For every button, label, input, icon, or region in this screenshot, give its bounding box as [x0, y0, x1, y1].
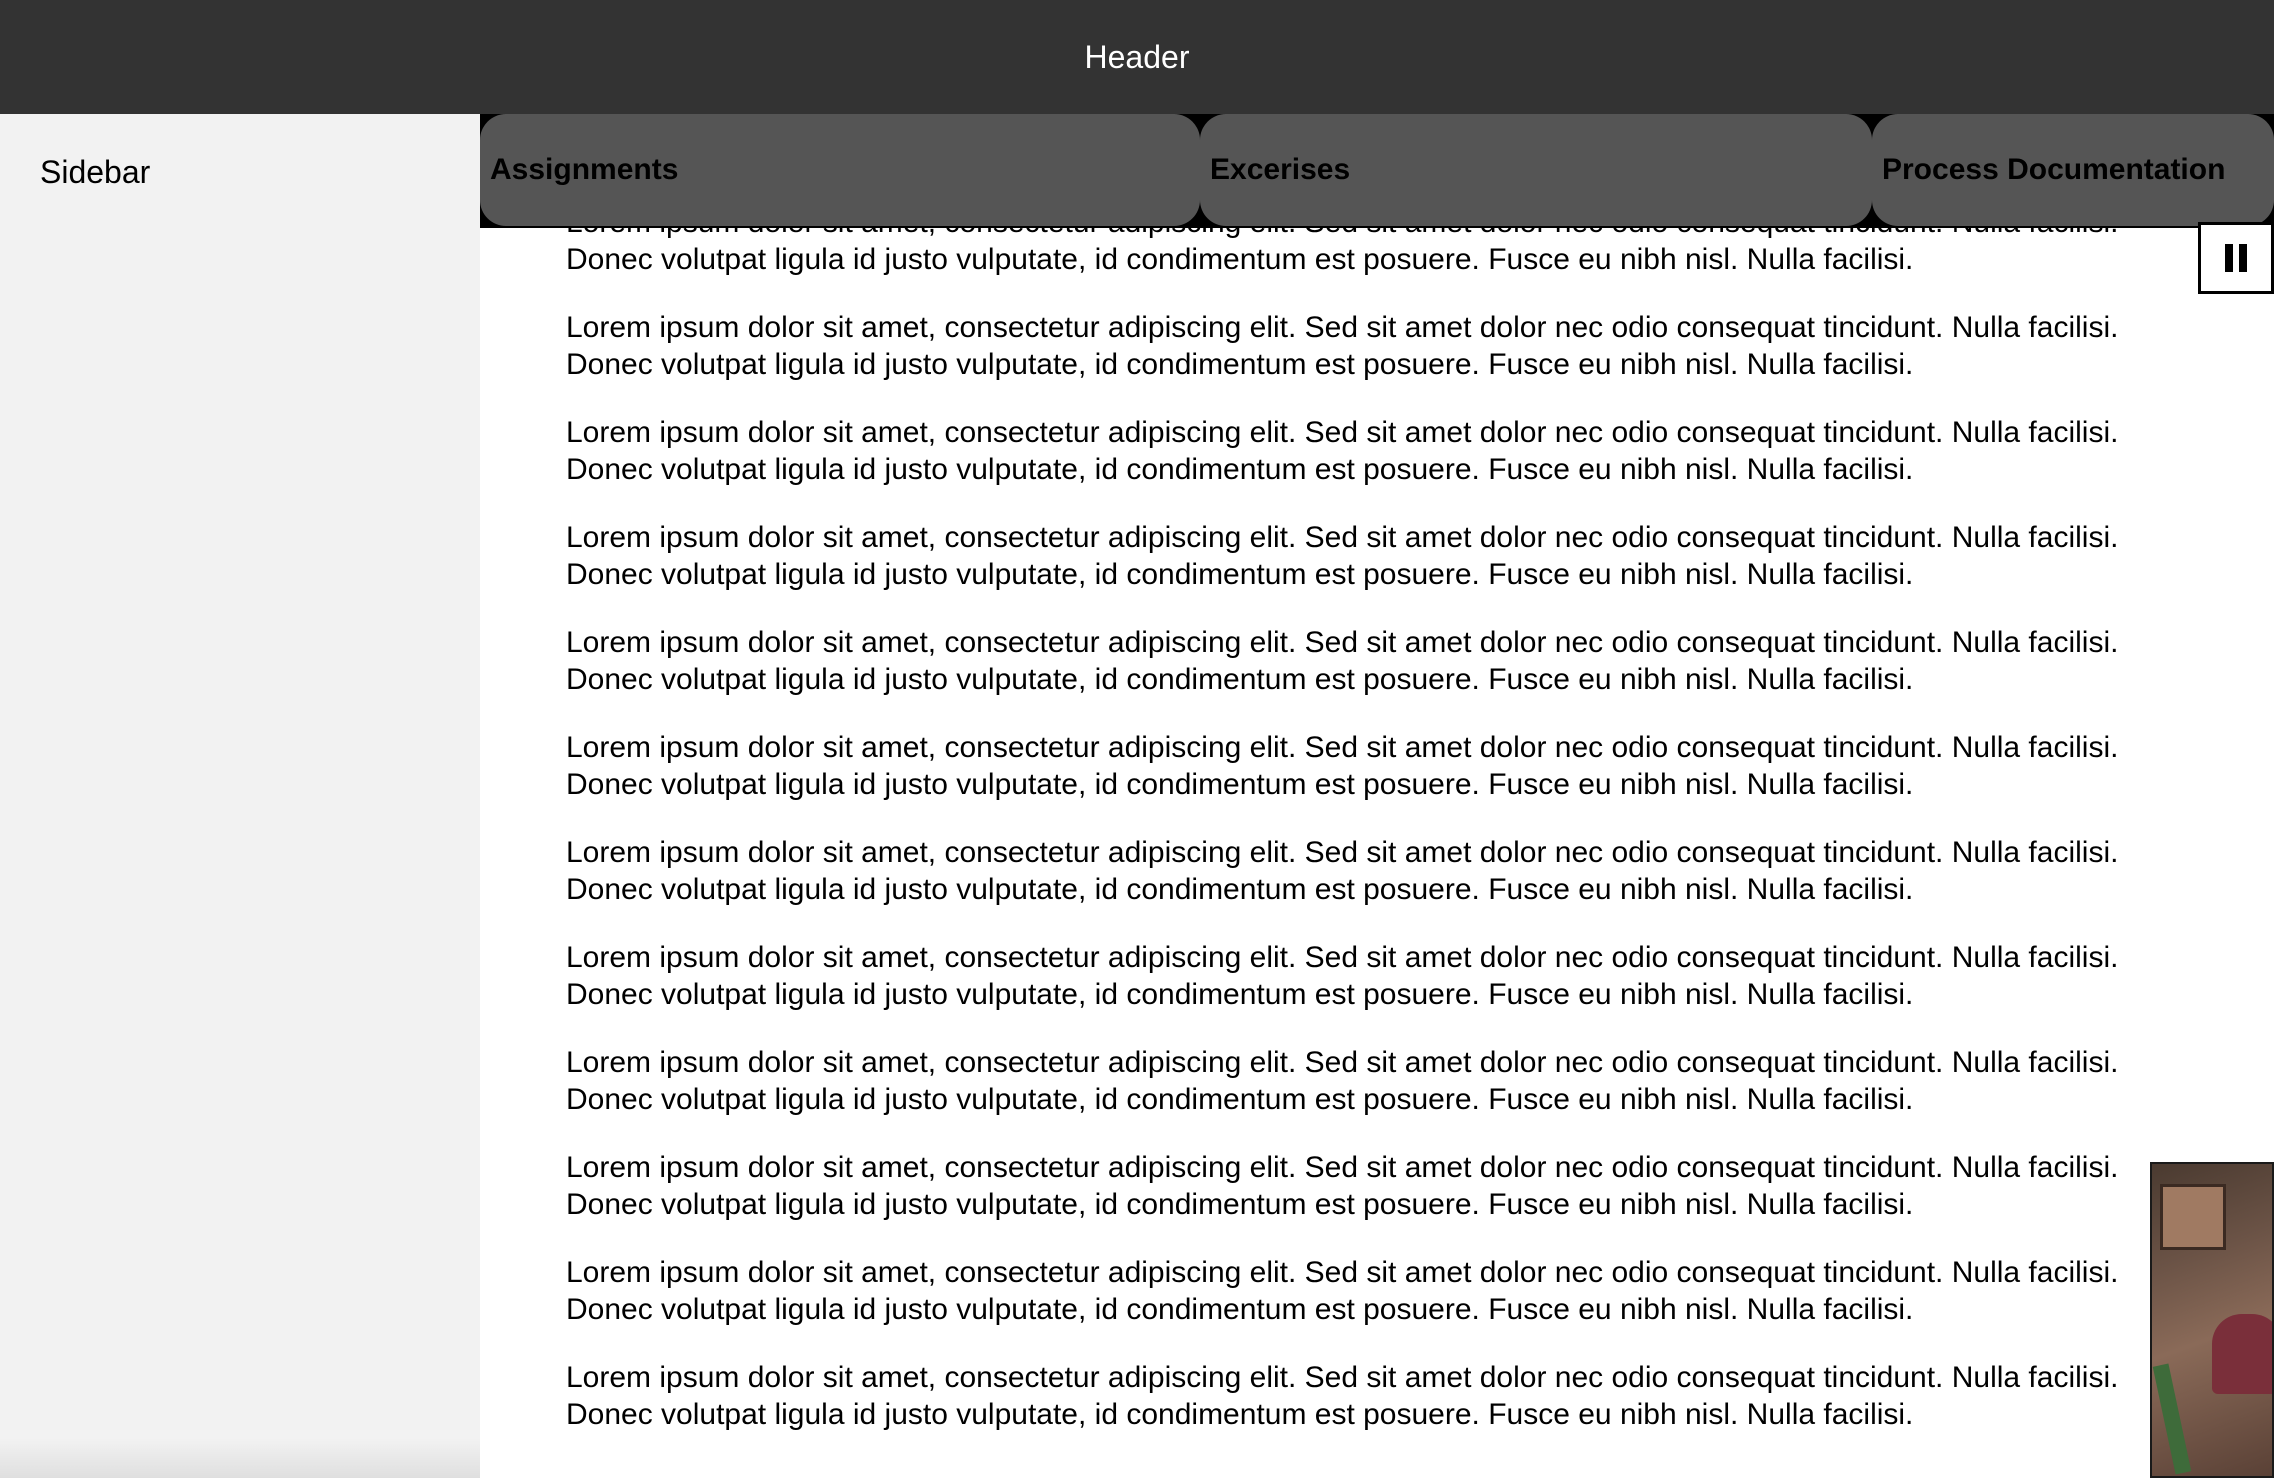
pause-icon	[2225, 244, 2233, 272]
tab-bar: Assignments Excerises Process Documentat…	[480, 114, 2274, 228]
page-header: Header	[0, 0, 2274, 114]
paragraph-line-2: Donec volutpat ligula id justo vulputate…	[566, 1188, 1914, 1221]
paragraph-line-1: Lorem ipsum dolor sit amet, consectetur …	[566, 1151, 2119, 1184]
paragraph-line-2: Donec volutpat ligula id justo vulputate…	[566, 243, 1914, 276]
content-paragraph: Lorem ipsum dolor sit amet, consectetur …	[566, 1359, 2274, 1433]
paragraph-line-1: Lorem ipsum dolor sit amet, consectetur …	[566, 416, 2119, 449]
content-paragraph: Lorem ipsum dolor sit amet, consectetur …	[566, 939, 2274, 1013]
paragraph-line-2: Donec volutpat ligula id justo vulputate…	[566, 1083, 1914, 1116]
header-title: Header	[1084, 38, 1190, 75]
content-paragraph: Lorem ipsum dolor sit amet, consectetur …	[566, 228, 2274, 278]
sidebar: Sidebar	[0, 114, 480, 1478]
paragraph-line-2: Donec volutpat ligula id justo vulputate…	[566, 873, 1914, 906]
paragraph-line-1: Lorem ipsum dolor sit amet, consectetur …	[566, 228, 2118, 239]
video-lamp	[2212, 1314, 2272, 1394]
content-paragraph: Lorem ipsum dolor sit amet, consectetur …	[566, 624, 2274, 698]
video-plant	[2152, 1363, 2192, 1475]
paragraph-list: Lorem ipsum dolor sit amet, consectetur …	[566, 228, 2274, 1464]
paragraph-line-1: Lorem ipsum dolor sit amet, consectetur …	[566, 311, 2119, 344]
content-paragraph: Lorem ipsum dolor sit amet, consectetur …	[566, 309, 2274, 383]
sidebar-bottom-shadow	[0, 1438, 480, 1478]
paragraph-line-1: Lorem ipsum dolor sit amet, consectetur …	[566, 731, 2119, 764]
paragraph-line-2: Donec volutpat ligula id justo vulputate…	[566, 663, 1914, 696]
content-paragraph: Lorem ipsum dolor sit amet, consectetur …	[566, 1149, 2274, 1223]
paragraph-line-1: Lorem ipsum dolor sit amet, consectetur …	[566, 626, 2119, 659]
content-paragraph: Lorem ipsum dolor sit amet, consectetur …	[566, 1044, 2274, 1118]
sidebar-title: Sidebar	[40, 154, 151, 190]
video-thumbnail[interactable]	[2150, 1162, 2274, 1478]
paragraph-line-1: Lorem ipsum dolor sit amet, consectetur …	[566, 1046, 2119, 1079]
paragraph-line-1: Lorem ipsum dolor sit amet, consectetur …	[566, 1256, 2119, 1289]
content-paragraph: Lorem ipsum dolor sit amet, consectetur …	[566, 414, 2274, 488]
tab-process-documentation[interactable]: Process Documentation	[1872, 114, 2274, 226]
main-content[interactable]: Lorem ipsum dolor sit amet, consectetur …	[480, 228, 2274, 1478]
paragraph-line-2: Donec volutpat ligula id justo vulputate…	[566, 978, 1914, 1011]
pause-button[interactable]	[2198, 222, 2274, 294]
paragraph-line-2: Donec volutpat ligula id justo vulputate…	[566, 1293, 1914, 1326]
content-paragraph: Lorem ipsum dolor sit amet, consectetur …	[566, 519, 2274, 593]
content-paragraph: Lorem ipsum dolor sit amet, consectetur …	[566, 1254, 2274, 1328]
paragraph-line-2: Donec volutpat ligula id justo vulputate…	[566, 768, 1914, 801]
paragraph-line-2: Donec volutpat ligula id justo vulputate…	[566, 558, 1914, 591]
tab-assignments[interactable]: Assignments	[480, 114, 1200, 226]
paragraph-line-1: Lorem ipsum dolor sit amet, consectetur …	[566, 1361, 2119, 1394]
tab-excerises[interactable]: Excerises	[1200, 114, 1872, 226]
paragraph-line-2: Donec volutpat ligula id justo vulputate…	[566, 1398, 1914, 1431]
paragraph-line-1: Lorem ipsum dolor sit amet, consectetur …	[566, 836, 2119, 869]
paragraph-line-1: Lorem ipsum dolor sit amet, consectetur …	[566, 941, 2119, 974]
content-paragraph: Lorem ipsum dolor sit amet, consectetur …	[566, 834, 2274, 908]
paragraph-line-1: Lorem ipsum dolor sit amet, consectetur …	[566, 521, 2119, 554]
content-paragraph: Lorem ipsum dolor sit amet, consectetur …	[566, 729, 2274, 803]
paragraph-line-2: Donec volutpat ligula id justo vulputate…	[566, 348, 1914, 381]
paragraph-line-2: Donec volutpat ligula id justo vulputate…	[566, 453, 1914, 486]
pause-icon-bar	[2239, 244, 2247, 272]
video-picture-frame	[2160, 1184, 2226, 1250]
